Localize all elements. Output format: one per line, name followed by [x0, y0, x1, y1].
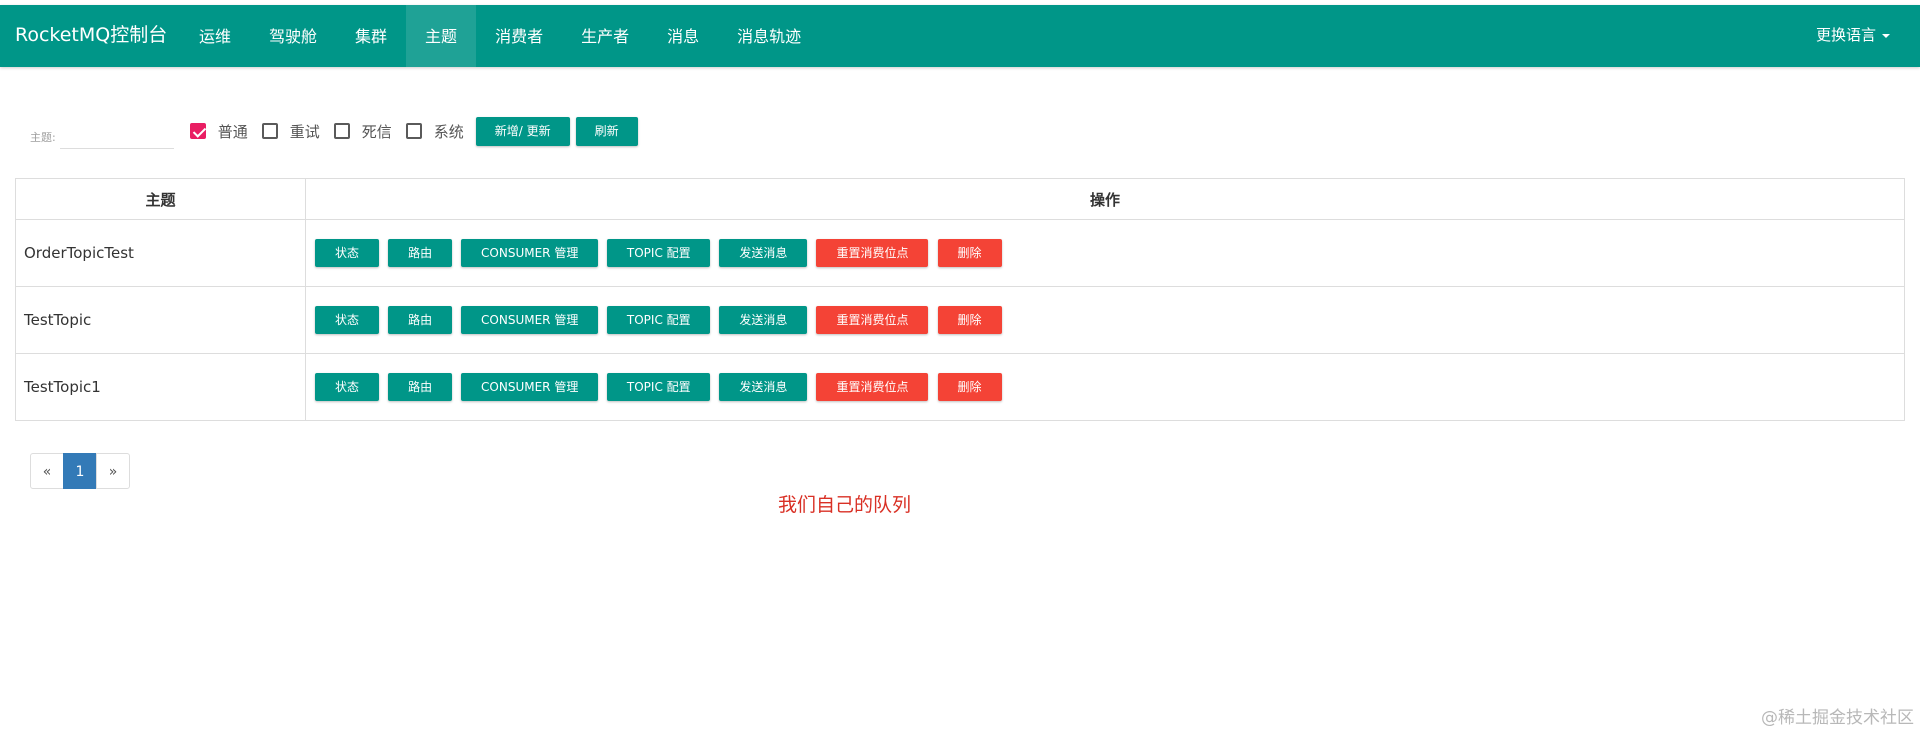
route-button[interactable]: 路由 [388, 239, 453, 267]
checkbox-unchecked-icon [405, 123, 422, 139]
checkbox-dlq-label: 死信 [361, 122, 392, 141]
reset-offset-button[interactable]: 重置消费位点 [816, 306, 929, 334]
topic-filter-bar: 主题: 普通 重试 死信 系统 新增/ 更新 刷新 [30, 113, 638, 149]
topic-config-button[interactable]: TOPIC 配置 [607, 306, 711, 334]
send-message-button[interactable]: 发送消息 [719, 373, 808, 401]
route-button[interactable]: 路由 [388, 306, 453, 334]
table-row: OrderTopicTest 状态 路由 CONSUMER 管理 TOPIC 配… [15, 219, 1905, 287]
consumer-manage-button[interactable]: CONSUMER 管理 [461, 239, 599, 267]
route-button[interactable]: 路由 [388, 373, 453, 401]
annotation-note: 我们自己的队列 [778, 494, 912, 516]
column-header-topic: 主题 [15, 178, 306, 220]
delete-button[interactable]: 删除 [937, 373, 1002, 401]
topic-name-cell: TestTopic1 [15, 353, 306, 421]
nav-item-cluster[interactable]: 集群 [336, 5, 406, 67]
operations-cell: 状态 路由 CONSUMER 管理 TOPIC 配置 发送消息 重置消费位点 删… [305, 353, 1905, 421]
status-button[interactable]: 状态 [315, 239, 379, 267]
nav-item-producer[interactable]: 生产者 [562, 5, 648, 67]
nav-item-consumer[interactable]: 消费者 [476, 5, 562, 67]
checkbox-normal-label: 普通 [217, 122, 248, 141]
column-header-operation: 操作 [305, 178, 1905, 220]
checkbox-system[interactable]: 系统 [405, 121, 464, 142]
topic-name-cell: OrderTopicTest [15, 219, 306, 287]
nav-item-dashboard[interactable]: 驾驶舱 [250, 5, 336, 67]
caret-down-icon [1882, 33, 1890, 38]
checkbox-system-label: 系统 [433, 122, 464, 141]
checkbox-retry[interactable]: 重试 [261, 121, 320, 142]
next-page-button[interactable]: » [96, 453, 130, 489]
nav-item-message-trace[interactable]: 消息轨迹 [718, 5, 820, 67]
prev-page-button[interactable]: « [30, 453, 64, 489]
pagination: « 1 » [30, 453, 130, 489]
reset-offset-button[interactable]: 重置消费位点 [816, 373, 929, 401]
consumer-manage-button[interactable]: CONSUMER 管理 [461, 306, 599, 334]
checkbox-retry-label: 重试 [289, 122, 320, 141]
send-message-button[interactable]: 发送消息 [719, 306, 808, 334]
top-navbar: RocketMQ控制台 运维 驾驶舱 集群 主题 消费者 生产者 消息 消息轨迹… [0, 5, 1920, 67]
checkbox-checked-icon [189, 123, 206, 139]
refresh-button[interactable]: 刷新 [575, 116, 638, 146]
nav-item-ops[interactable]: 运维 [180, 5, 250, 67]
topic-table: 主题 操作 OrderTopicTest 状态 路由 CONSUMER 管理 T… [15, 178, 1905, 421]
topic-filter-label: 主题: [30, 131, 56, 144]
operations-cell: 状态 路由 CONSUMER 管理 TOPIC 配置 发送消息 重置消费位点 删… [305, 286, 1905, 354]
main-nav: 运维 驾驶舱 集群 主题 消费者 生产者 消息 消息轨迹 [180, 5, 820, 67]
page-1-button[interactable]: 1 [63, 453, 97, 489]
status-button[interactable]: 状态 [315, 373, 379, 401]
status-button[interactable]: 状态 [315, 306, 379, 334]
topic-config-button[interactable]: TOPIC 配置 [607, 373, 711, 401]
send-message-button[interactable]: 发送消息 [719, 239, 808, 267]
language-label: 更换语言 [1815, 26, 1876, 44]
topic-search-input[interactable] [59, 123, 174, 149]
topic-config-button[interactable]: TOPIC 配置 [607, 239, 711, 267]
table-header-row: 主题 操作 [15, 178, 1905, 220]
nav-item-message[interactable]: 消息 [648, 5, 718, 67]
operations-cell: 状态 路由 CONSUMER 管理 TOPIC 配置 发送消息 重置消费位点 删… [305, 219, 1905, 287]
checkbox-dlq[interactable]: 死信 [333, 121, 392, 142]
consumer-manage-button[interactable]: CONSUMER 管理 [461, 373, 599, 401]
checkbox-normal[interactable]: 普通 [189, 121, 248, 142]
delete-button[interactable]: 删除 [937, 239, 1002, 267]
language-dropdown[interactable]: 更换语言 [1816, 5, 1890, 67]
add-update-button[interactable]: 新增/ 更新 [475, 116, 570, 146]
checkbox-unchecked-icon [333, 123, 350, 139]
reset-offset-button[interactable]: 重置消费位点 [816, 239, 929, 267]
checkbox-unchecked-icon [261, 123, 278, 139]
topic-name-cell: TestTopic [15, 286, 306, 354]
table-row: TestTopic1 状态 路由 CONSUMER 管理 TOPIC 配置 发送… [15, 353, 1905, 421]
table-row: TestTopic 状态 路由 CONSUMER 管理 TOPIC 配置 发送消… [15, 286, 1905, 354]
nav-item-topic[interactable]: 主题 [406, 5, 477, 67]
brand-title[interactable]: RocketMQ控制台 [15, 5, 167, 67]
delete-button[interactable]: 删除 [937, 306, 1002, 334]
watermark: @稀土掘金技术社区 [1761, 708, 1914, 728]
